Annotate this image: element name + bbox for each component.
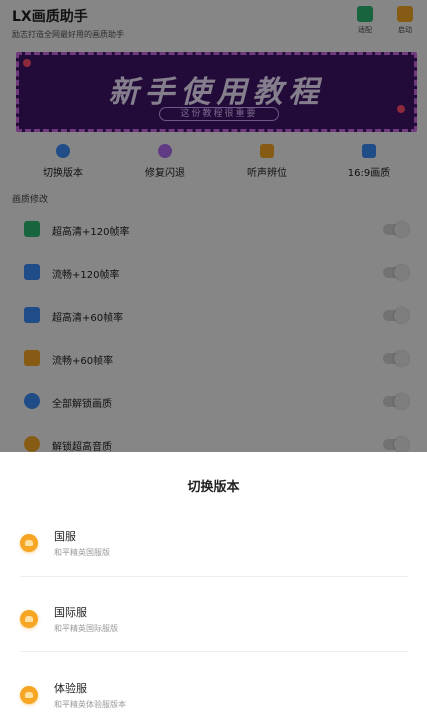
version-name: 体验服 <box>54 682 87 695</box>
version-description: 和平精英国际服版 <box>54 624 118 633</box>
version-name: 国际服 <box>54 606 87 619</box>
cloud-icon <box>20 686 38 704</box>
version-description: 和平精英体验服版本 <box>54 700 126 709</box>
version-option-cn[interactable]: 国服 和平精英国服版 <box>0 518 427 574</box>
version-description: 和平精英国服版 <box>54 548 110 557</box>
cloud-icon <box>20 534 38 552</box>
version-option-beta[interactable]: 体验服 和平精英体验服版本 <box>0 670 427 720</box>
cloud-icon <box>20 610 38 628</box>
version-option-global[interactable]: 国际服 和平精英国际服版 <box>0 594 427 650</box>
version-name: 国服 <box>54 530 76 543</box>
switch-version-sheet: 切换版本 国服 和平精英国服版 国际服 和平精英国际服版 体验服 和平精英体验服… <box>0 452 427 720</box>
divider <box>20 576 408 577</box>
sheet-title: 切换版本 <box>187 480 240 495</box>
divider <box>20 651 408 652</box>
